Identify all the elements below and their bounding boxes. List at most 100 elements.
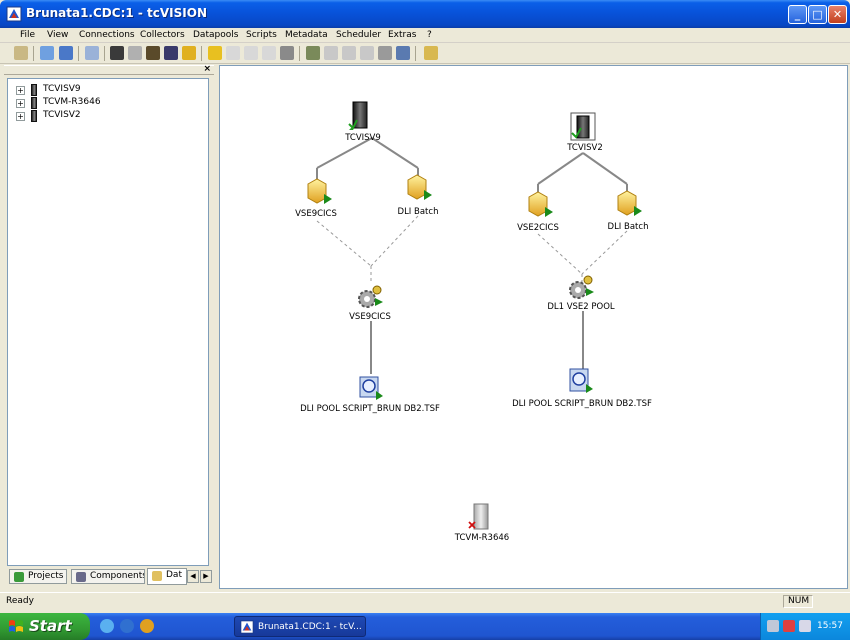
print-icon[interactable] <box>85 46 99 60</box>
minimize-button[interactable]: _ <box>788 5 807 24</box>
node-label: VSE9CICS <box>295 209 337 219</box>
menu-connections[interactable]: Connections <box>79 30 135 40</box>
internet-explorer-icon[interactable] <box>120 619 134 633</box>
server-node-tcvm-r3646[interactable]: TCVM-R3646 <box>454 503 509 543</box>
start-button[interactable]: Start <box>0 613 90 640</box>
right-graph-edges <box>537 152 628 371</box>
menu-scheduler[interactable]: Scheduler <box>336 30 381 40</box>
open-icon[interactable] <box>40 46 54 60</box>
tab-label: Dat <box>166 570 182 580</box>
toolbar-separator <box>201 46 202 61</box>
node-label: DLI Batch <box>398 207 439 217</box>
server-node-tcvisv2[interactable]: TCVISV2 <box>566 112 603 153</box>
expand-icon[interactable]: + <box>16 99 25 108</box>
node-label: DLI POOL SCRIPT_BRUN DB2.TSF <box>300 404 440 414</box>
menu-scripts[interactable]: Scripts <box>246 30 277 40</box>
toolbar-separator <box>104 46 105 61</box>
toolbar-separator <box>299 46 300 61</box>
diagram-canvas[interactable]: TCVISV9 VSE9CICS DLI Batch VSE9CICS DLI … <box>219 65 848 589</box>
collector-node-dl1-vse2-pool[interactable]: DL1 VSE2 POOL <box>547 275 615 312</box>
security-icon[interactable] <box>783 620 795 632</box>
script-icon <box>569 368 593 393</box>
panel-header: × <box>4 64 214 75</box>
script-icon[interactable] <box>396 46 410 60</box>
node-label: TCVISV9 <box>344 133 381 143</box>
datapools-icon <box>152 571 162 581</box>
menu-extras[interactable]: Extras <box>388 30 416 40</box>
toolbar <box>0 43 850 64</box>
title-bar[interactable]: Brunata1.CDC:1 - tcVISION _ □ ✕ <box>0 0 850 28</box>
project-tree[interactable]: + TCVISV9 + TCVM-R3646 + TCVISV2 <box>7 78 209 566</box>
gear-icon <box>569 275 594 299</box>
server-link-icon[interactable] <box>164 46 178 60</box>
collector-icon[interactable] <box>208 46 222 60</box>
wrench-icon[interactable] <box>424 46 438 60</box>
collector-config-icon[interactable] <box>280 46 294 60</box>
collector-node-vse9cics[interactable]: VSE9CICS <box>349 285 391 322</box>
script-node-left[interactable]: DLI POOL SCRIPT_BRUN DB2.TSF <box>300 376 440 414</box>
source-node-dli-batch-right[interactable]: DLI Batch <box>608 190 649 232</box>
topology-diagram: TCVISV9 VSE9CICS DLI Batch VSE9CICS DLI … <box>295 101 652 543</box>
tree-item-label: TCVM-R3646 <box>43 97 101 107</box>
expand-icon[interactable]: + <box>16 112 25 121</box>
node-label: TCVM-R3646 <box>454 533 509 543</box>
script-icon <box>359 376 383 400</box>
tab-components[interactable]: Components <box>71 569 145 584</box>
key-icon[interactable] <box>182 46 196 60</box>
volume-icon[interactable] <box>799 620 811 632</box>
node-label: DLI Batch <box>608 222 649 232</box>
expand-icon[interactable]: + <box>16 86 25 95</box>
collector-disabled-icon[interactable] <box>226 46 240 60</box>
server-disabled-icon[interactable] <box>128 46 142 60</box>
data-source-icon <box>617 190 642 216</box>
server-icon <box>570 112 596 141</box>
menu-metadata[interactable]: Metadata <box>285 30 328 40</box>
tab-label: Components <box>90 571 145 581</box>
start-label: Start <box>29 617 72 635</box>
media-player-icon[interactable] <box>140 619 154 633</box>
source-node-vse9cics[interactable]: VSE9CICS <box>295 178 337 219</box>
collector-pause-icon[interactable] <box>262 46 276 60</box>
source-node-dli-batch[interactable]: DLI Batch <box>398 174 439 217</box>
script-node-right[interactable]: DLI POOL SCRIPT_BRUN DB2.TSF <box>512 368 652 409</box>
menu-datapools[interactable]: Datapools <box>193 30 238 40</box>
panel-tabs: Projects Components Dat ◀ ▶ <box>7 568 215 585</box>
save-icon[interactable] <box>59 46 73 60</box>
server-icon[interactable] <box>110 46 124 60</box>
maximize-button[interactable]: □ <box>808 5 827 24</box>
datapool-edit-icon[interactable] <box>360 46 374 60</box>
datapool-remove-icon[interactable] <box>342 46 356 60</box>
menu-view[interactable]: View <box>47 30 68 40</box>
taskbar-item-tcvision[interactable]: Brunata1.CDC:1 - tcV... <box>234 616 366 637</box>
server-connect-icon[interactable] <box>146 46 160 60</box>
find-icon[interactable] <box>14 46 28 60</box>
menu-collectors[interactable]: Collectors <box>140 30 185 40</box>
data-source-icon <box>407 174 432 200</box>
data-source-icon <box>307 178 332 204</box>
desktop-icon[interactable] <box>100 619 114 633</box>
taskbar-item-label: Brunata1.CDC:1 - tcV... <box>258 622 362 632</box>
tab-scroll-right-icon[interactable]: ▶ <box>200 570 212 583</box>
windows-flag-icon <box>9 620 23 632</box>
network-icon[interactable] <box>767 620 779 632</box>
panel-close-icon[interactable]: × <box>203 64 211 74</box>
menu-help[interactable]: ? <box>427 30 432 40</box>
clock[interactable]: 15:57 <box>817 621 843 631</box>
collector-stop-icon[interactable] <box>244 46 258 60</box>
server-offline-icon <box>468 503 489 530</box>
datapool-add-icon[interactable] <box>324 46 338 60</box>
close-button[interactable]: ✕ <box>828 5 847 24</box>
server-node-tcvisv9[interactable]: TCVISV9 <box>344 101 381 143</box>
node-label: DLI POOL SCRIPT_BRUN DB2.TSF <box>512 399 652 409</box>
datapool-run-icon[interactable] <box>378 46 392 60</box>
components-icon <box>76 572 86 582</box>
menu-file[interactable]: File <box>20 30 35 40</box>
tab-projects[interactable]: Projects <box>9 569 67 584</box>
source-node-vse2cics[interactable]: VSE2CICS <box>517 191 559 233</box>
tcvision-app-icon <box>240 620 254 634</box>
tab-scroll-left-icon[interactable]: ◀ <box>187 570 199 583</box>
datapool-icon[interactable] <box>306 46 320 60</box>
gear-icon <box>358 285 383 308</box>
tab-datapools[interactable]: Dat <box>147 568 187 585</box>
toolbar-separator <box>415 46 416 61</box>
